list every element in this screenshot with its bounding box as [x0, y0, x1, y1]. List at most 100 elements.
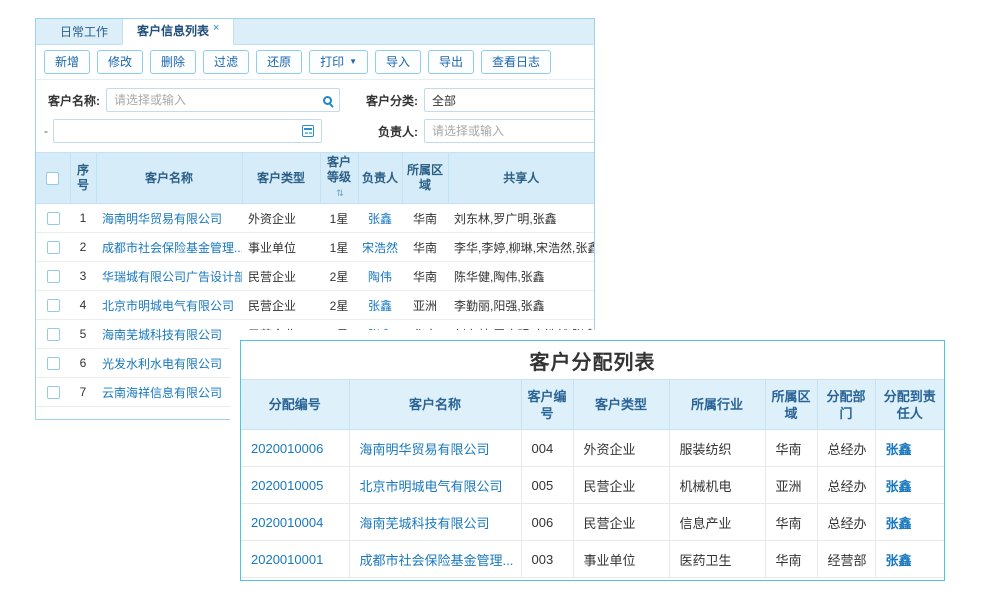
alloc-no-link[interactable]: 2020010006 [251, 441, 323, 456]
row-checkbox[interactable] [47, 212, 60, 225]
column-header-type[interactable]: 客户类型 [242, 153, 320, 204]
column-header-dept[interactable]: 分配部门 [817, 380, 875, 430]
search-icon[interactable] [323, 96, 332, 105]
customer-category-select[interactable] [424, 88, 595, 112]
row-checkbox[interactable] [47, 328, 60, 341]
column-header-assignee[interactable]: 分配到责任人 [875, 380, 944, 430]
customer-name-link[interactable]: 光发水利水电有限公司 [102, 357, 222, 371]
checkbox-cell [36, 262, 70, 291]
column-header-name[interactable]: 客户名称 [96, 153, 242, 204]
select-all-checkbox[interactable] [46, 172, 59, 185]
column-header-industry[interactable]: 所属行业 [669, 380, 765, 430]
level-cell: 1星 [320, 233, 358, 262]
customer-name-link[interactable]: 华瑞城有限公司广告设计部 [102, 270, 242, 284]
table-row[interactable]: 3 华瑞城有限公司广告设计部 民营企业 2星 陶伟 华南 陈华健,陶伟,张鑫 [36, 262, 594, 291]
allocation-row[interactable]: 2020010005 北京市明城电气有限公司 005 民营企业 机械机电 亚洲 … [241, 467, 944, 504]
customer-name-link[interactable]: 北京市明城电气有限公司 [102, 299, 234, 313]
date-input[interactable] [61, 124, 298, 138]
allocation-row[interactable]: 2020010006 海南明华贸易有限公司 004 外资企业 服装纺织 华南 总… [241, 430, 944, 467]
customer-name-link[interactable]: 成都市社会保险基金管理... [102, 241, 242, 255]
column-header-cust-no[interactable]: 客户编号 [521, 380, 573, 430]
edit-button[interactable]: 修改 [97, 50, 143, 74]
dept-cell: 总经办 [817, 467, 875, 504]
table-row[interactable]: 4 北京市明城电气有限公司 民营企业 2星 张鑫 亚洲 李勤丽,阳强,张鑫 [36, 291, 594, 320]
tab-daily-work[interactable]: 日常工作 [46, 19, 122, 44]
import-button[interactable]: 导入 [375, 50, 421, 74]
alloc-no-link[interactable]: 2020010001 [251, 552, 323, 567]
restore-button[interactable]: 还原 [256, 50, 302, 74]
owner-link[interactable]: 张鑫 [368, 299, 392, 313]
row-checkbox[interactable] [47, 241, 60, 254]
table-row[interactable]: 2 成都市社会保险基金管理... 事业单位 1星 宋浩然 华南 李华,李婷,柳琳… [36, 233, 594, 262]
owner-link[interactable]: 宋浩然 [362, 241, 398, 255]
level-cell: 1星 [320, 204, 358, 233]
column-header-name[interactable]: 客户名称 [349, 380, 521, 430]
customer-name-input[interactable] [114, 93, 319, 107]
column-header-type[interactable]: 客户类型 [573, 380, 669, 430]
customer-name-link[interactable]: 北京市明城电气有限公司 [360, 479, 503, 494]
owner-label: 负责人: [378, 123, 418, 140]
allocation-row[interactable]: 2020010001 成都市社会保险基金管理... 003 事业单位 医药卫生 … [241, 541, 944, 578]
alloc-no-link[interactable]: 2020010004 [251, 515, 323, 530]
column-header-shared[interactable]: 共享人 [448, 153, 594, 204]
table-row[interactable]: 1 海南明华贸易有限公司 外资企业 1星 张鑫 华南 刘东林,罗广明,张鑫 [36, 204, 594, 233]
row-checkbox[interactable] [47, 299, 60, 312]
customer-name-link[interactable]: 海南芜城科技有限公司 [102, 328, 222, 342]
assignee-link[interactable]: 张鑫 [886, 516, 912, 531]
allocation-panel: 客户分配列表 分配编号 客户名称 客户编号 客户类型 所属行业 所属区域 分配部… [240, 340, 945, 581]
column-header-level[interactable]: 客户等级⇅ [320, 153, 358, 204]
checkbox-cell [36, 320, 70, 349]
caret-down-icon: ▼ [349, 54, 357, 70]
date-field[interactable] [53, 119, 322, 143]
seq-cell: 4 [70, 291, 96, 320]
column-header-owner[interactable]: 负责人 [358, 153, 402, 204]
customer-name-link[interactable]: 云南海祥信息有限公司 [102, 386, 222, 400]
owner-input[interactable] [432, 124, 587, 138]
customer-name-link[interactable]: 成都市社会保险基金管理... [360, 553, 514, 568]
owner-link[interactable]: 张鑫 [368, 212, 392, 226]
assignee-link[interactable]: 张鑫 [886, 479, 912, 494]
export-button[interactable]: 导出 [428, 50, 474, 74]
industry-cell: 机械机电 [669, 467, 765, 504]
tab-close-icon[interactable]: × [213, 22, 219, 34]
filter-row-2: - 负责人: [44, 119, 586, 143]
customer-category-input[interactable] [432, 93, 587, 107]
customer-name-field[interactable] [106, 88, 340, 112]
column-header-alloc-no[interactable]: 分配编号 [241, 380, 349, 430]
shared-cell: 陈华健,陶伟,张鑫 [448, 262, 594, 291]
owner-link[interactable]: 陶伟 [368, 270, 392, 284]
allocation-row[interactable]: 2020010004 海南芜城科技有限公司 006 民营企业 信息产业 华南 总… [241, 504, 944, 541]
customer-name-link[interactable]: 海南芜城科技有限公司 [360, 516, 490, 531]
owner-field[interactable] [424, 119, 595, 143]
assignee-link[interactable]: 张鑫 [886, 442, 912, 457]
type-cell: 外资企业 [242, 204, 320, 233]
delete-button[interactable]: 删除 [150, 50, 196, 74]
column-header-region[interactable]: 所属区域 [402, 153, 448, 204]
view-log-button[interactable]: 查看日志 [481, 50, 551, 74]
cust-no-cell: 005 [521, 467, 573, 504]
calendar-icon[interactable] [302, 125, 314, 137]
owner-cell: 陶伟 [358, 262, 402, 291]
assignee-cell: 张鑫 [875, 430, 944, 467]
assignee-cell: 张鑫 [875, 467, 944, 504]
tab-label: 客户信息列表 [137, 24, 209, 38]
assignee-link[interactable]: 张鑫 [886, 553, 912, 568]
filter-button[interactable]: 过滤 [203, 50, 249, 74]
allocation-table: 分配编号 客户名称 客户编号 客户类型 所属行业 所属区域 分配部门 分配到责任… [241, 379, 944, 578]
new-button[interactable]: 新增 [44, 50, 90, 74]
print-button[interactable]: 打印 ▼ [309, 50, 368, 74]
sort-icon[interactable]: ⇅ [336, 188, 344, 198]
row-checkbox[interactable] [47, 386, 60, 399]
customer-name-link[interactable]: 海南明华贸易有限公司 [360, 442, 490, 457]
seq-cell: 5 [70, 320, 96, 349]
row-checkbox[interactable] [47, 270, 60, 283]
region-cell: 华南 [765, 541, 817, 578]
column-header-seq[interactable]: 序号 [70, 153, 96, 204]
cust-no-cell: 003 [521, 541, 573, 578]
customer-name-link[interactable]: 海南明华贸易有限公司 [102, 212, 222, 226]
column-header-region[interactable]: 所属区域 [765, 380, 817, 430]
row-checkbox[interactable] [47, 357, 60, 370]
alloc-no-link[interactable]: 2020010005 [251, 478, 323, 493]
name-cell: 海南芜城科技有限公司 [349, 504, 521, 541]
tab-customer-info-list[interactable]: 客户信息列表 × [122, 18, 234, 45]
